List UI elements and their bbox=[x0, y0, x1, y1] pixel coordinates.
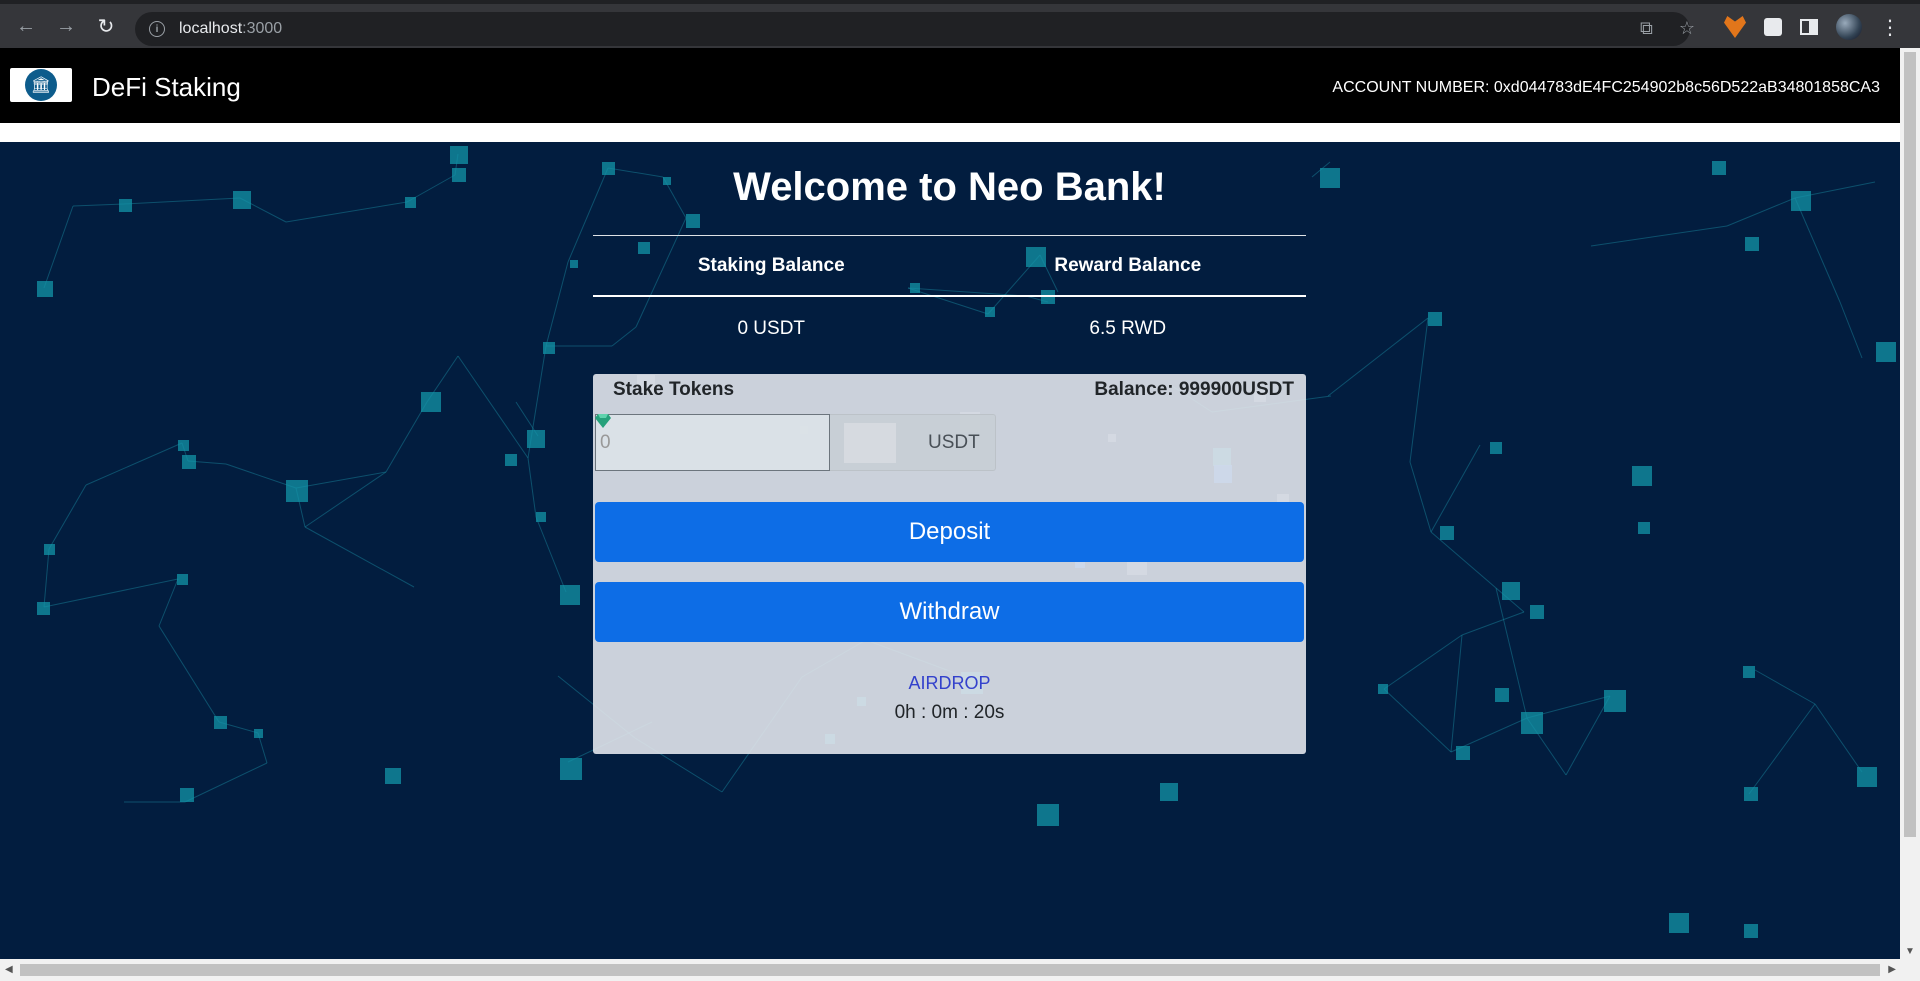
share-icon[interactable]: ⧉ bbox=[1640, 18, 1653, 39]
main-container: Welcome to Neo Bank! Staking Balance Rew… bbox=[593, 142, 1306, 754]
stake-input-group: 0 USDT bbox=[595, 414, 996, 471]
token-symbol: USDT bbox=[928, 431, 980, 453]
browser-toolbar: ← → ↻ i localhost:3000 ⧉ ☆ ⋮ bbox=[0, 0, 1920, 48]
airdrop-timer: 0h : 0m : 20s bbox=[894, 702, 1005, 723]
side-panel-icon[interactable] bbox=[1800, 19, 1818, 35]
bookmark-star-icon[interactable]: ☆ bbox=[1679, 18, 1695, 39]
horizontal-scroll-thumb[interactable] bbox=[20, 964, 1880, 976]
back-arrow-icon[interactable]: ← bbox=[6, 6, 46, 46]
forward-arrow-icon[interactable]: → bbox=[46, 6, 86, 46]
extensions-puzzle-icon[interactable] bbox=[1764, 18, 1782, 36]
wallet-balance: Balance: 999900USDT bbox=[1094, 379, 1294, 400]
address-bar[interactable]: i localhost:3000 bbox=[135, 12, 1690, 46]
balance-table-row: 0 USDT 6.5 RWD bbox=[593, 297, 1306, 360]
stake-tokens-title: Stake Tokens bbox=[613, 379, 735, 400]
reload-icon[interactable]: ↻ bbox=[86, 6, 126, 46]
top-navbar: 🏛 DeFi Staking ACCOUNT NUMBER: 0xd044783… bbox=[0, 48, 1900, 123]
tether-gem-icon bbox=[595, 414, 611, 428]
url-host: localhost bbox=[179, 20, 243, 37]
url-port: :3000 bbox=[242, 20, 283, 37]
reward-balance-value: 6.5 RWD bbox=[1089, 317, 1167, 339]
withdraw-button[interactable]: Withdraw bbox=[595, 582, 1304, 642]
profile-avatar[interactable] bbox=[1836, 14, 1862, 40]
vertical-scrollbar[interactable]: ▼ bbox=[1900, 48, 1920, 959]
page-viewport: 🏛 DeFi Staking ACCOUNT NUMBER: 0xd044783… bbox=[0, 48, 1900, 959]
token-addon: USDT bbox=[595, 414, 996, 471]
stake-card-header: Stake Tokens Balance: 999900USDT bbox=[593, 374, 1306, 406]
token-icon-box bbox=[595, 414, 896, 463]
bank-icon: 🏛 bbox=[25, 69, 57, 101]
kebab-menu-icon[interactable]: ⋮ bbox=[1880, 15, 1900, 40]
stake-amount-input[interactable]: 0 bbox=[595, 414, 830, 471]
page-title: Welcome to Neo Bank! bbox=[733, 165, 1166, 209]
site-info-icon[interactable]: i bbox=[149, 21, 165, 37]
scroll-left-arrow-icon[interactable]: ◀ bbox=[5, 964, 13, 975]
brand-logo[interactable]: 🏛 bbox=[10, 68, 72, 102]
airdrop-link[interactable]: AIRDROP bbox=[593, 673, 1306, 694]
particle-background: Welcome to Neo Bank! Staking Balance Rew… bbox=[0, 142, 1900, 959]
vertical-scroll-thumb[interactable] bbox=[1904, 52, 1916, 837]
metamask-fox-icon[interactable] bbox=[1724, 16, 1746, 38]
brand-name[interactable]: DeFi Staking bbox=[92, 72, 241, 103]
scroll-right-arrow-icon[interactable]: ▶ bbox=[1888, 964, 1896, 975]
deposit-button[interactable]: Deposit bbox=[595, 502, 1304, 562]
reward-balance-header: Reward Balance bbox=[1054, 254, 1202, 276]
balance-table-header: Staking Balance Reward Balance bbox=[593, 236, 1306, 297]
extension-toolbar: ⋮ bbox=[1724, 14, 1900, 40]
balance-table: Staking Balance Reward Balance 0 USDT 6.… bbox=[593, 236, 1306, 360]
account-number: ACCOUNT NUMBER: 0xd044783dE4FC254902b8c5… bbox=[1332, 79, 1880, 96]
omnibox-actions: ⧉ ☆ bbox=[1640, 18, 1695, 39]
staking-balance-header: Staking Balance bbox=[697, 254, 845, 276]
stake-card: Stake Tokens Balance: 999900USDT 0 USDT bbox=[593, 374, 1306, 754]
horizontal-scrollbar[interactable]: ◀ ▶ bbox=[0, 959, 1920, 981]
scroll-down-arrow-icon[interactable]: ▼ bbox=[1905, 946, 1915, 957]
staking-balance-value: 0 USDT bbox=[737, 317, 806, 339]
